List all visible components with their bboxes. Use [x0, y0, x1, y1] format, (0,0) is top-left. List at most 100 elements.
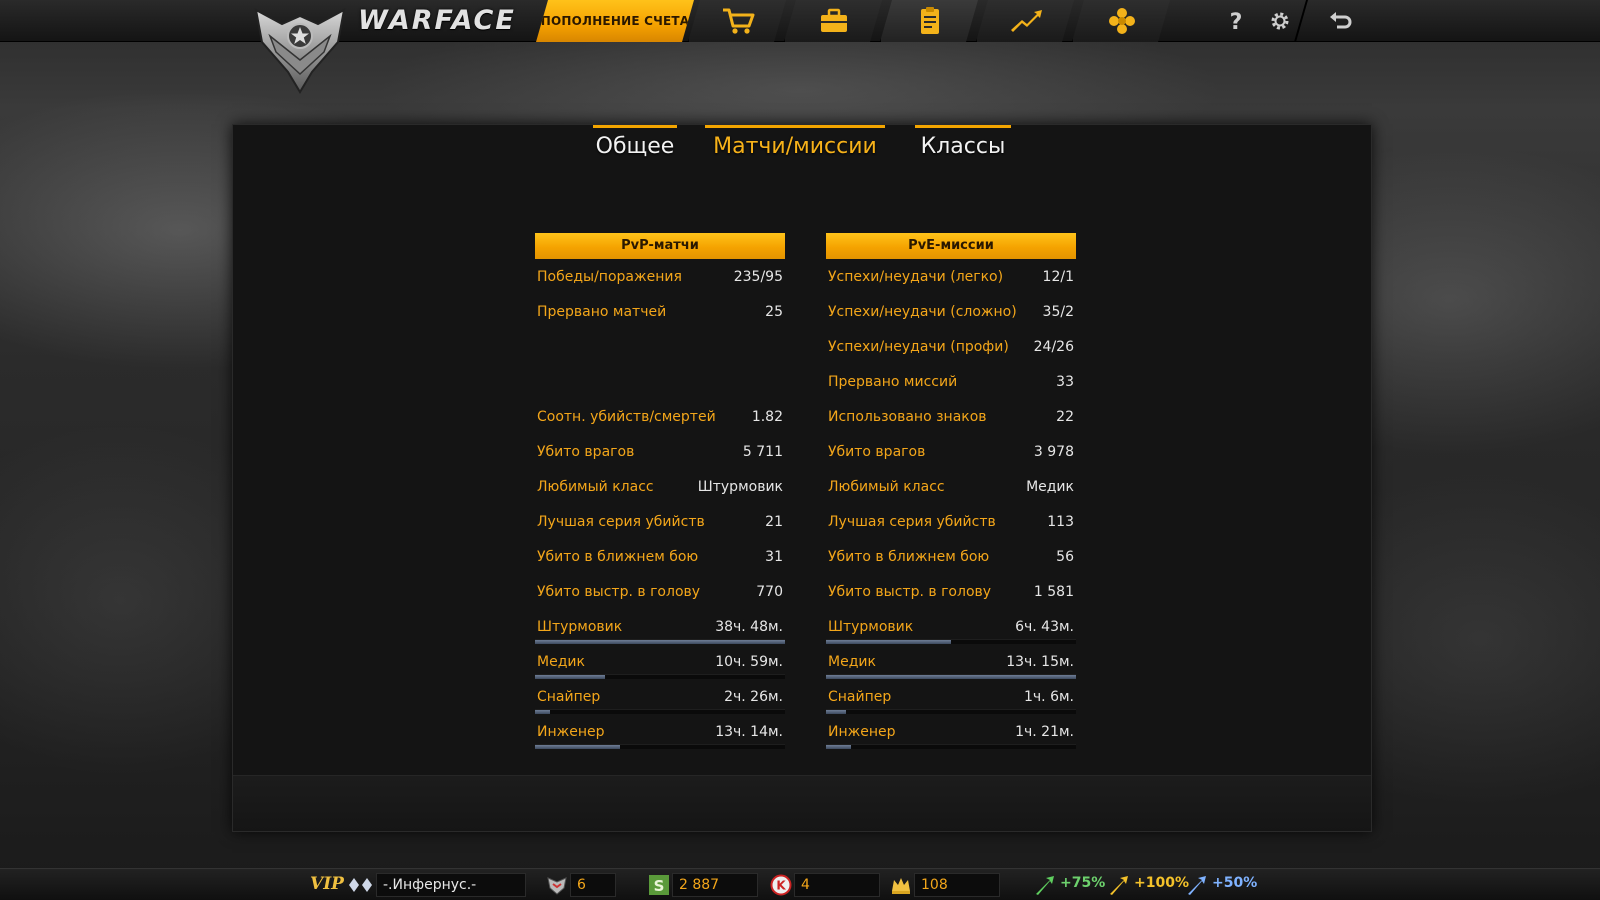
- stat-value: 21: [765, 514, 783, 530]
- class-time: 13ч. 15м.: [1006, 654, 1074, 670]
- pve-row-aborted: Прервано миссий 33: [826, 368, 1076, 396]
- shop-button[interactable]: [688, 0, 786, 42]
- kredits-balance: 4: [794, 873, 880, 897]
- pvp-row-wins: Победы/поражения 235/95: [535, 263, 785, 291]
- stat-value: 113: [1047, 514, 1074, 530]
- class-time-bar: [826, 674, 1076, 679]
- class-time: 10ч. 59м.: [715, 654, 783, 670]
- stat-label: Убито врагов: [537, 444, 635, 460]
- stat-label: Любимый класс: [828, 479, 945, 495]
- top-bar: WARFACE ПОПОЛНЕНИЕ СЧЕТА ?: [0, 0, 1600, 94]
- pve-column: PvE-миссии Успехи/неудачи (легко) 12/1 Ус…: [826, 233, 1076, 749]
- pvp-class-rifleman: Штурмовик 38ч. 48м.: [535, 613, 785, 641]
- achievements-flower-icon: [1104, 6, 1140, 36]
- exit-button[interactable]: [1318, 0, 1362, 42]
- pvp-class-engineer: Инженер 13ч. 14м.: [535, 718, 785, 746]
- achievements-button[interactable]: [1072, 0, 1170, 42]
- svg-text:?: ?: [1230, 10, 1243, 34]
- pvp-class-sniper: Снайпер 2ч. 26м.: [535, 683, 785, 711]
- vip-badge: VIP: [310, 874, 344, 894]
- stat-value: 3 978: [1033, 444, 1074, 460]
- stat-label: Убито врагов: [828, 444, 926, 460]
- panel-footer: [233, 775, 1371, 831]
- class-time-bar: [535, 709, 785, 714]
- pve-class-rifleman: Штурмовик 6ч. 43м.: [826, 613, 1076, 641]
- stat-value: Медик: [1026, 479, 1074, 495]
- class-time-bar: [535, 744, 785, 749]
- xp-boost-icon: [1036, 876, 1054, 895]
- stat-label: Успехи/неудачи (сложно): [828, 304, 1017, 320]
- stat-label: Прервано матчей: [537, 304, 667, 320]
- pve-row-pro: Успехи/неудачи (профи) 24/26: [826, 333, 1076, 361]
- class-label: Штурмовик: [537, 619, 623, 635]
- stat-label: Лучшая серия убийств: [828, 514, 996, 530]
- class-time-bar: [826, 639, 1076, 644]
- class-label: Инженер: [537, 724, 605, 740]
- pvp-row-kd: Соотн. убийств/смертей 1.82: [535, 403, 785, 431]
- pvp-row-headshots: Убито выстр. в голову 770: [535, 578, 785, 606]
- tab-matches-missions[interactable]: Матчи/миссии: [705, 125, 885, 167]
- pvp-row-kills: Убито врагов 5 711: [535, 438, 785, 466]
- rank-icon: [544, 872, 570, 898]
- stat-value: 770: [756, 584, 783, 600]
- pve-row-melee: Убито в ближнем бою 56: [826, 543, 1076, 571]
- stat-label: Успехи/неудачи (легко): [828, 269, 1004, 285]
- pvp-row-streak: Лучшая серия убийств 21: [535, 508, 785, 536]
- pve-header: PvE-миссии: [826, 233, 1076, 259]
- stat-value: Штурмовик: [697, 479, 783, 495]
- stat-label: Использовано знаков: [828, 409, 987, 425]
- class-time-bar: [535, 639, 785, 644]
- pve-row-headshots: Убито выстр. в голову 1 581: [826, 578, 1076, 606]
- stat-value: 35/2: [1042, 304, 1074, 320]
- pvp-row-melee: Убито в ближнем бою 31: [535, 543, 785, 571]
- rating-button[interactable]: [976, 0, 1074, 42]
- stat-value: 24/26: [1033, 339, 1074, 355]
- svg-text:S: S: [654, 877, 665, 895]
- game-money: 2 887: [672, 873, 758, 897]
- stat-label: Лучшая серия убийств: [537, 514, 705, 530]
- stat-value: 5 711: [742, 444, 783, 460]
- vp-boost-icon: [1188, 876, 1206, 895]
- statistics-button[interactable]: [880, 0, 978, 42]
- class-time: 13ч. 14м.: [715, 724, 783, 740]
- stat-label: Убито в ближнем бою: [828, 549, 990, 565]
- class-label: Штурмовик: [828, 619, 914, 635]
- inventory-box-icon: [816, 6, 852, 36]
- tab-classes[interactable]: Классы: [915, 125, 1011, 167]
- stat-label: Прервано миссий: [828, 374, 958, 390]
- stat-value: 235/95: [733, 269, 783, 285]
- top-up-account-button[interactable]: ПОПОЛНЕНИЕ СЧЕТА: [536, 0, 694, 42]
- game-logo-text: WARFACE: [358, 5, 516, 36]
- shopping-cart-icon: [720, 6, 756, 36]
- help-button[interactable]: ?: [1214, 0, 1258, 42]
- inventory-button[interactable]: [784, 0, 882, 42]
- pve-row-kills: Убито врагов 3 978: [826, 438, 1076, 466]
- class-label: Медик: [537, 654, 585, 670]
- stat-value: 22: [1056, 409, 1074, 425]
- vip-diamonds-icon: [349, 878, 372, 892]
- money-boost-value: +100%: [1134, 875, 1189, 891]
- player-rank: 6: [570, 873, 616, 897]
- stat-value: 12/1: [1042, 269, 1074, 285]
- class-label: Медик: [828, 654, 876, 670]
- stat-label: Любимый класс: [537, 479, 654, 495]
- crowns-balance: 108: [914, 873, 1000, 897]
- stat-value: 33: [1056, 374, 1074, 390]
- tab-general[interactable]: Общее: [593, 125, 677, 167]
- player-nickname: -.Инфернус.-: [376, 873, 526, 897]
- warface-emblem-icon: [254, 8, 346, 94]
- pve-row-streak: Лучшая серия убийств 113: [826, 508, 1076, 536]
- help-icon: ?: [1230, 10, 1243, 34]
- pvp-column: PvP-матчи Победы/поражения 235/95 Прерван…: [535, 233, 785, 749]
- stat-label: Соотн. убийств/смертей: [537, 409, 716, 425]
- stat-label: Убито выстр. в голову: [537, 584, 701, 600]
- bottom-status-bar: VIP -.Инфернус.- 6 S 2 887 K 4 108 +75% …: [0, 868, 1600, 900]
- pve-class-engineer: Инженер 1ч. 21м.: [826, 718, 1076, 746]
- class-time: 38ч. 48м.: [715, 619, 783, 635]
- pve-row-hard: Успехи/неудачи (сложно) 35/2: [826, 298, 1076, 326]
- svg-text:K: K: [776, 879, 786, 893]
- pve-row-tokens: Использовано знаков 22: [826, 403, 1076, 431]
- class-time: 1ч. 6м.: [1024, 689, 1074, 705]
- class-time: 2ч. 26м.: [724, 689, 783, 705]
- money-boost-icon: [1110, 876, 1128, 895]
